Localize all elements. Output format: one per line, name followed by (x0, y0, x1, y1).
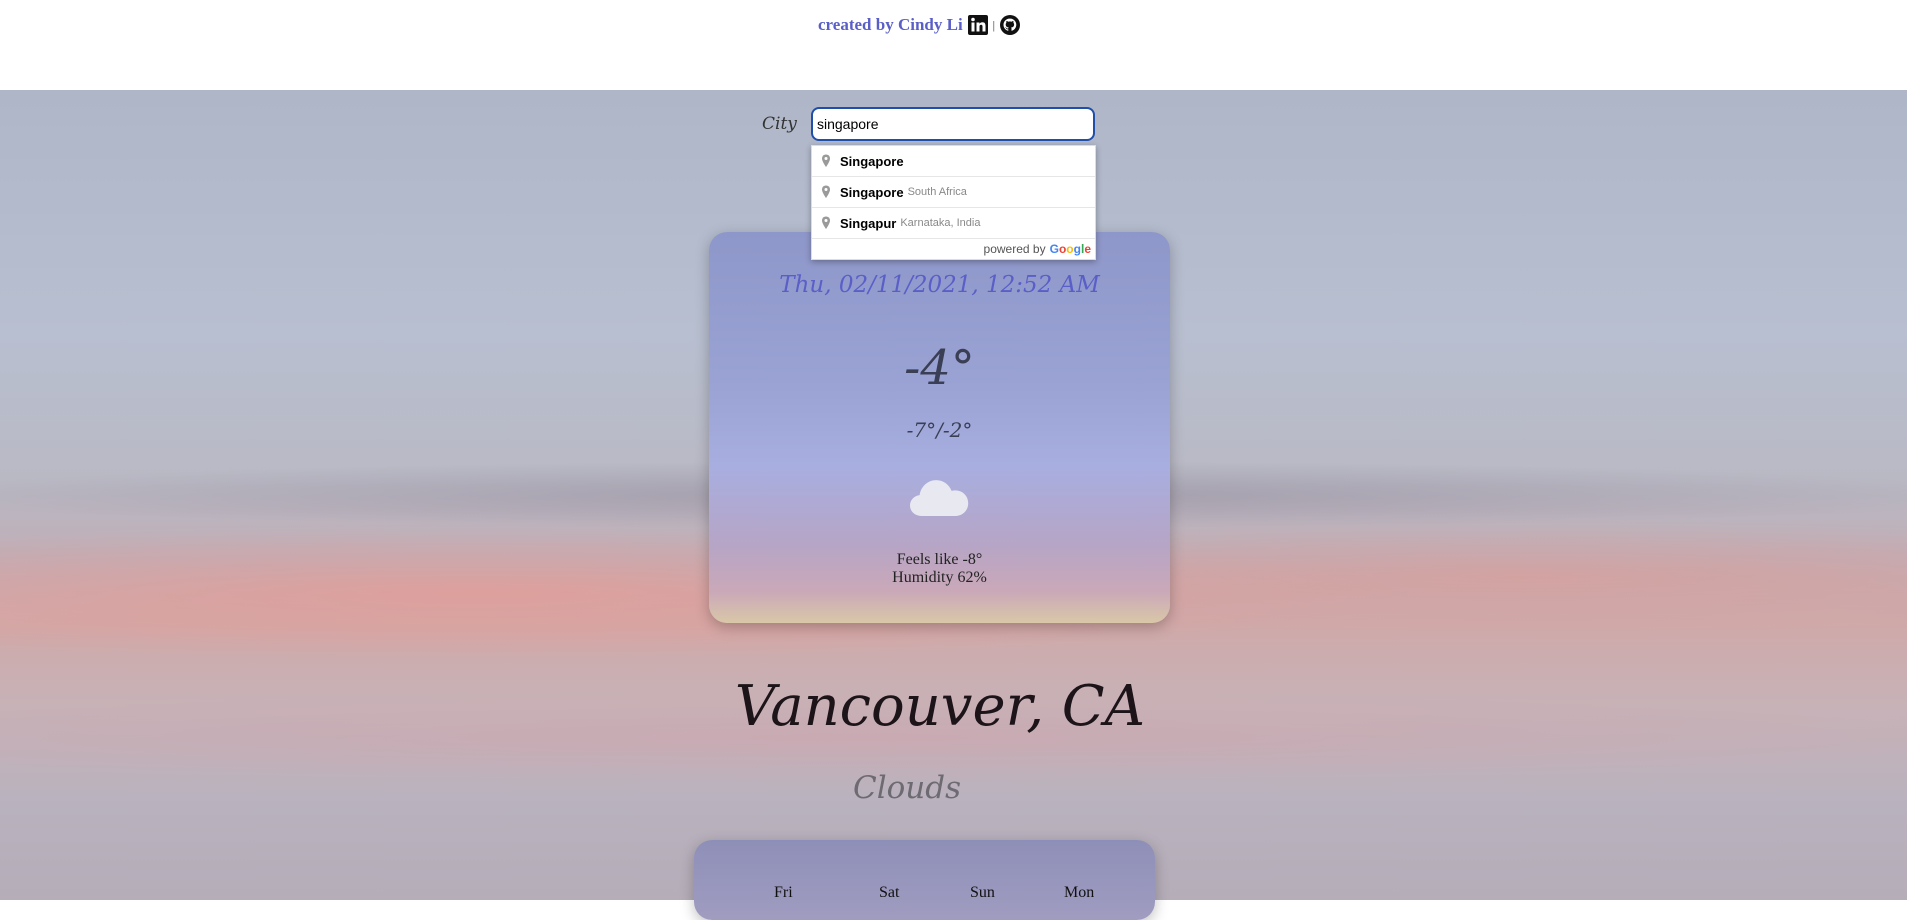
google-letter: o (1066, 242, 1074, 256)
forecast-card: Fri Sat Sun Mon (694, 840, 1155, 920)
cloud-icon (908, 476, 970, 518)
suggestion-main-text: Singapore (840, 153, 904, 169)
suggestion-main-text: Singapur (840, 215, 897, 231)
map-pin-icon (818, 215, 834, 231)
humidity-text: Humidity 62% (892, 569, 987, 586)
forecast-day: Sun (970, 884, 995, 901)
google-letter: G (1049, 242, 1059, 256)
credit-line: created by Cindy Li | (818, 14, 1021, 36)
current-weather-card: Thu, 02/11/2021, 12:52 AM -4° -7°/-2° Fe… (709, 232, 1170, 623)
powered-by-google: powered by Google (812, 239, 1095, 259)
min-max-temperature: -7°/-2° (906, 418, 973, 442)
map-pin-icon (818, 153, 834, 169)
header-bar: created by Cindy Li | (0, 0, 1907, 90)
forecast-day: Fri (774, 884, 793, 901)
suggestion-main-text: Singapore (840, 184, 904, 200)
suggestion-item[interactable]: Singapur Karnataka, India (812, 208, 1095, 239)
forecast-day: Sat (879, 884, 900, 901)
current-temperature: -4° (904, 340, 975, 396)
forecast-day: Mon (1064, 884, 1095, 901)
google-letter: e (1084, 242, 1091, 256)
weather-condition: Clouds (852, 770, 961, 806)
feels-like-text: Feels like -8° (896, 551, 983, 568)
map-pin-icon (818, 184, 834, 200)
powered-by-text: powered by (983, 242, 1046, 256)
city-label: City (762, 114, 797, 134)
github-icon[interactable] (999, 14, 1021, 36)
credit-text: created by Cindy Li (818, 15, 963, 34)
credit-separator: | (992, 17, 996, 32)
suggestion-secondary-text: Karnataka, India (900, 217, 981, 229)
suggestion-item[interactable]: Singapore (812, 146, 1095, 177)
datetime-text: Thu, 02/11/2021, 12:52 AM (779, 272, 1100, 298)
suggestion-secondary-text: South Africa (907, 186, 967, 198)
suggestion-item[interactable]: Singapore South Africa (812, 177, 1095, 208)
google-logo: Google (1050, 242, 1091, 256)
location-title: Vancouver, CA (734, 674, 1146, 739)
google-letter: g (1073, 242, 1081, 256)
autocomplete-dropdown: Singapore Singapore South Africa Singapu… (811, 145, 1096, 260)
linkedin-icon[interactable] (967, 14, 989, 36)
city-search-input[interactable] (811, 107, 1095, 141)
